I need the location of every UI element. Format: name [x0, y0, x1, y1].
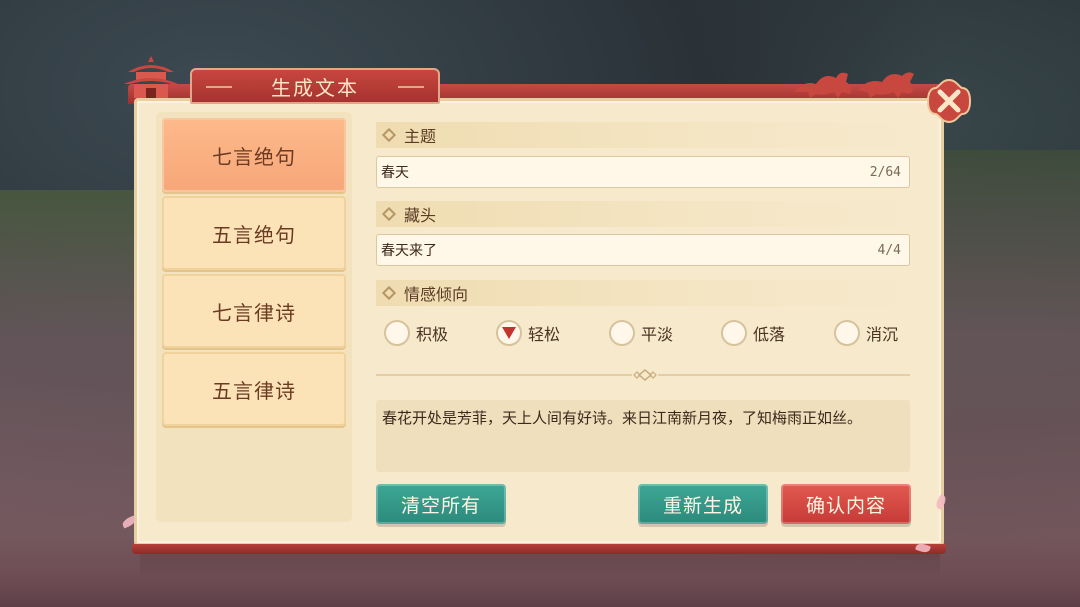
acrostic-value: 春天来了: [381, 243, 437, 259]
sentiment-option-diluo[interactable]: 低落: [721, 319, 785, 347]
radio-circle-icon: [384, 320, 410, 346]
acrostic-input[interactable]: 春天来了 4/4: [376, 234, 910, 266]
acrostic-char-count: 4/4: [877, 242, 901, 258]
sidebar-item-wuyan-lvshi[interactable]: 五言律诗: [162, 352, 346, 426]
radio-label: 积极: [416, 325, 449, 344]
regenerate-button[interactable]: 重新生成: [638, 484, 768, 524]
diamond-icon: [381, 127, 397, 143]
topic-char-count: 2/64: [869, 164, 901, 180]
sentiment-section-header: 情感倾向: [376, 280, 910, 306]
dialog-title-tab: 生成文本: [190, 68, 440, 104]
radio-circle-icon: [496, 320, 522, 346]
topic-label: 主题: [404, 127, 437, 146]
sentiment-label: 情感倾向: [404, 285, 469, 304]
title-flourish-right: [398, 86, 424, 88]
sidebar-item-wuyan-jueju[interactable]: 五言绝句: [162, 196, 346, 270]
radio-circle-icon: [721, 320, 747, 346]
sentiment-option-xiaochen[interactable]: 消沉: [834, 319, 898, 347]
radio-label: 消沉: [866, 325, 899, 344]
sidebar-item-qiyan-lvshi[interactable]: 七言律诗: [162, 274, 346, 348]
title-flourish-left: [206, 86, 232, 88]
radio-selected-icon: [502, 327, 516, 339]
diamond-icon: [381, 285, 397, 301]
sidebar-item-label: 五言律诗: [212, 378, 296, 403]
topic-value: 春天: [381, 165, 409, 181]
acrostic-label: 藏头: [404, 206, 437, 225]
divider-ornament-icon: [632, 368, 658, 382]
generated-poem-output[interactable]: 春花开处是芳菲，天上人间有好诗。来日江南新月夜，了知梅雨正如丝。: [376, 400, 910, 472]
radio-circle-icon: [609, 320, 635, 346]
topic-input[interactable]: 春天 2/64: [376, 156, 910, 188]
dialog-bottom-band: [132, 544, 946, 554]
poem-type-sidebar: 七言绝句 五言绝句 七言律诗 五言律诗: [156, 112, 352, 522]
sidebar-item-label: 七言绝句: [212, 144, 296, 169]
radio-circle-icon: [834, 320, 860, 346]
topic-section-header: 主题: [376, 122, 910, 148]
clear-all-button[interactable]: 清空所有: [376, 484, 506, 524]
diamond-icon: [381, 206, 397, 222]
dialog-title: 生成文本: [271, 75, 359, 100]
confirm-button[interactable]: 确认内容: [781, 484, 911, 524]
sentiment-option-jiji[interactable]: 积极: [384, 319, 448, 347]
sentiment-option-pingdan[interactable]: 平淡: [609, 319, 673, 347]
sidebar-item-label: 五言绝句: [212, 222, 296, 247]
sidebar-item-label: 七言律诗: [212, 300, 296, 325]
acrostic-section-header: 藏头: [376, 201, 910, 227]
sentiment-option-qingsong[interactable]: 轻松: [496, 319, 560, 347]
radio-label: 低落: [753, 325, 786, 344]
close-icon[interactable]: [926, 78, 972, 124]
pavilion-icon: [124, 56, 178, 98]
generated-poem-text: 春花开处是芳菲，天上人间有好诗。来日江南新月夜，了知梅雨正如丝。: [382, 409, 863, 427]
horse-decoration-icon: [794, 72, 914, 98]
sidebar-item-qiyan-jueju[interactable]: 七言绝句: [162, 118, 346, 192]
radio-label: 平淡: [641, 325, 674, 344]
radio-label: 轻松: [528, 325, 561, 344]
